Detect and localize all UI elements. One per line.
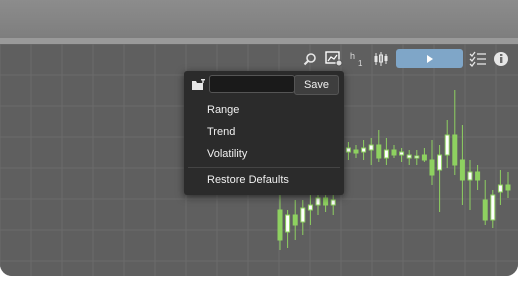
- candle-body: [330, 199, 336, 206]
- template-name-input[interactable]: [209, 75, 295, 93]
- candle: [406, 150, 412, 165]
- candle-body: [497, 184, 503, 193]
- folder-add-icon[interactable]: [191, 79, 205, 91]
- candle-body: [452, 134, 458, 166]
- candle-body: [361, 147, 367, 153]
- candle: [490, 190, 496, 228]
- template-menu: Save Range Trend Volatility Restore Defa…: [184, 71, 344, 195]
- zoom-button[interactable]: [301, 49, 319, 68]
- candle-body: [323, 197, 329, 206]
- candle: [444, 120, 450, 168]
- candle-body: [292, 214, 298, 226]
- candle-body: [429, 159, 435, 176]
- candle-body: [285, 214, 291, 233]
- candle: [421, 148, 427, 162]
- candle-body: [391, 149, 397, 156]
- candle-body: [482, 199, 488, 221]
- checklist-button[interactable]: [468, 49, 488, 68]
- candle: [482, 180, 488, 225]
- candle: [437, 145, 443, 212]
- candle-body: [505, 184, 511, 191]
- timeframe-letter: h: [350, 51, 355, 61]
- menu-item-range[interactable]: Range: [207, 104, 239, 116]
- window-frame: h 1 Save Range Trend Volatility Restore …: [0, 0, 518, 276]
- candle-body: [437, 154, 443, 171]
- timeframe-button[interactable]: h 1: [348, 49, 366, 68]
- info-icon: [494, 51, 508, 66]
- candle: [345, 142, 351, 160]
- candle: [368, 138, 374, 165]
- candle-body: [414, 155, 420, 159]
- candle: [376, 130, 382, 162]
- play-button[interactable]: [396, 49, 463, 68]
- timeframe-number: 1: [358, 59, 363, 68]
- top-band: [0, 0, 518, 38]
- candle: [361, 140, 367, 160]
- chart-settings-icon: [325, 50, 343, 66]
- play-icon: [426, 54, 433, 63]
- candle: [285, 210, 291, 248]
- candle: [391, 145, 397, 158]
- candle-body: [421, 154, 427, 161]
- candle-body: [459, 159, 465, 181]
- candle: [505, 172, 511, 198]
- candle-body: [300, 207, 306, 223]
- zoom-icon: [303, 52, 316, 65]
- menu-item-volatility[interactable]: Volatility: [207, 148, 247, 160]
- candle: [475, 165, 481, 190]
- checklist-icon: [469, 51, 486, 67]
- timeframe-icon: h 1: [350, 51, 363, 68]
- menu-item-trend[interactable]: Trend: [207, 126, 235, 138]
- candles-button[interactable]: [371, 49, 391, 68]
- candle-body: [376, 144, 382, 159]
- candle: [497, 170, 503, 205]
- candle-body: [307, 204, 313, 211]
- candle-body: [345, 147, 351, 153]
- candle: [330, 195, 336, 215]
- candle: [353, 145, 359, 158]
- candle-body: [315, 197, 321, 206]
- candle: [383, 138, 389, 165]
- candle: [414, 150, 420, 165]
- menu-divider: [188, 167, 340, 168]
- candle-body: [353, 149, 359, 154]
- candle: [292, 200, 298, 240]
- candle: [429, 140, 435, 185]
- info-button[interactable]: [492, 49, 510, 68]
- chart-settings-button[interactable]: [324, 49, 344, 68]
- menu-item-restore-defaults[interactable]: Restore Defaults: [207, 174, 289, 186]
- candle-body: [467, 171, 473, 181]
- candles-icon: [374, 51, 388, 66]
- candle-body: [368, 144, 374, 151]
- candle-body: [399, 151, 405, 156]
- candle-body: [444, 134, 450, 156]
- candle: [452, 90, 458, 175]
- candle-body: [475, 171, 481, 181]
- save-button[interactable]: Save: [294, 75, 339, 95]
- candle-body: [490, 194, 496, 221]
- candle-body: [383, 149, 389, 159]
- candle-body: [277, 209, 283, 241]
- candle-body: [406, 154, 412, 159]
